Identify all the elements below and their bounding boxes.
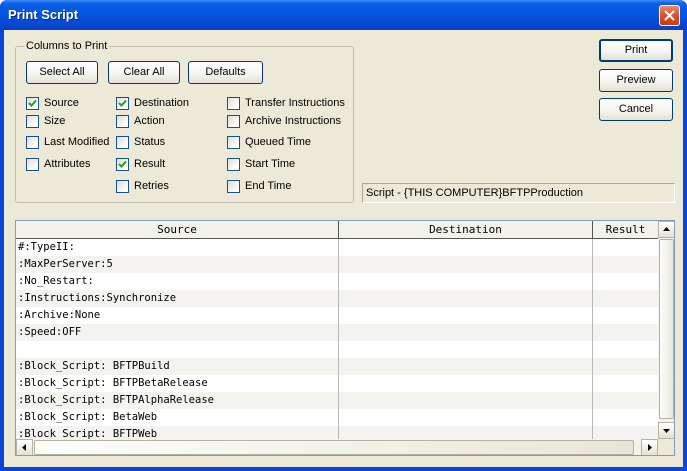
clear-all-button[interactable]: Clear All (108, 61, 180, 84)
title-bar[interactable]: Print Script (0, 0, 687, 30)
column-header-source[interactable]: Source (16, 221, 339, 239)
arrow-down-icon (663, 429, 670, 433)
checkbox-label: Retries (134, 180, 169, 192)
table-row[interactable]: :Block_Script: BFTPBuild (16, 358, 658, 375)
cancel-button[interactable]: Cancel (599, 98, 673, 121)
close-icon (664, 10, 675, 21)
source-cell: :No_Restart: (18, 275, 94, 287)
checkbox-box (116, 158, 129, 171)
scroll-down-button[interactable] (658, 422, 674, 439)
table-row[interactable]: :Block_Script: BFTPWeb (16, 426, 658, 439)
dialog-client-area: Columns to Print Select All Clear All De… (4, 30, 683, 467)
scroll-right-button[interactable] (641, 439, 658, 455)
checkbox-box (227, 180, 240, 193)
source-cell: :Block_Script: BFTPWeb (18, 428, 158, 439)
vertical-scroll-thumb[interactable] (659, 239, 674, 419)
checkbox-box (26, 158, 39, 171)
checkbox-box (26, 136, 39, 149)
defaults-button[interactable]: Defaults (188, 61, 263, 84)
checkbox-label: Start Time (245, 158, 296, 170)
checkbox-label: Queued Time (245, 136, 312, 148)
horizontal-scrollbar[interactable] (16, 439, 658, 455)
arrow-up-icon (663, 227, 670, 231)
source-cell: :Block_Script: BFTPAlphaRelease (18, 394, 214, 406)
table-row[interactable]: #:TypeII: (16, 239, 658, 256)
scroll-up-button[interactable] (658, 221, 674, 238)
checkbox-label: Size (44, 115, 66, 127)
table-row[interactable]: :Speed:OFF (16, 324, 658, 341)
scrollbar-corner (658, 439, 674, 455)
table-row[interactable]: :MaxPerServer:5 (16, 256, 658, 273)
table-row[interactable]: :Archive:None (16, 307, 658, 324)
checkbox-box (26, 97, 39, 110)
checkbox-label: Action (134, 115, 165, 127)
checkbox-box (227, 136, 240, 149)
checkbox-label: End Time (245, 180, 292, 192)
select-all-button[interactable]: Select All (26, 61, 98, 84)
arrow-left-icon (22, 444, 26, 451)
source-cell: :Archive:None (18, 309, 101, 321)
checkbox-label: Source (44, 97, 79, 109)
arrow-right-icon (648, 444, 652, 451)
horizontal-scroll-thumb[interactable] (34, 440, 634, 455)
table-row[interactable]: :Block_Script: BFTPAlphaRelease (16, 392, 658, 409)
source-cell: :Block_Script: BetaWeb (18, 411, 158, 423)
columns-group-legend: Columns to Print (24, 40, 110, 52)
column-header-destination[interactable]: Destination (339, 221, 593, 239)
checkbox-box (227, 158, 240, 171)
table-row[interactable]: :No_Restart: (16, 273, 658, 290)
vertical-scrollbar[interactable] (658, 221, 674, 439)
checkbox-label: Transfer Instructions (245, 97, 345, 109)
source-cell: :Instructions:Synchronize (18, 292, 177, 304)
checkbox-label: Status (134, 136, 166, 148)
print-script-dialog: Print Script Columns to Print Select All… (0, 0, 687, 471)
close-button[interactable] (659, 5, 680, 26)
scroll-left-button[interactable] (16, 439, 33, 455)
print-button[interactable]: Print (599, 39, 673, 62)
source-cell: :Block_Script: BFTPBetaRelease (18, 377, 208, 389)
checkbox-label: Destination (134, 97, 190, 109)
checkbox-box (227, 115, 240, 128)
table-row[interactable]: :Block_Script: BetaWeb (16, 409, 658, 426)
column-divider (592, 239, 593, 439)
checkbox-label: Last Modified (44, 136, 110, 148)
source-cell: #:TypeII: (18, 241, 75, 253)
checkbox-box (227, 97, 240, 110)
source-cell: :Block_Script: BFTPBuild (18, 360, 170, 372)
table-row[interactable]: :Block_Script: BFTPBetaRelease (16, 375, 658, 392)
column-header-result[interactable]: Result (593, 221, 658, 239)
checkbox-label: Result (134, 158, 166, 170)
source-cell: :MaxPerServer:5 (18, 258, 113, 270)
table-row[interactable] (16, 341, 658, 358)
table-body: #:TypeII::MaxPerServer:5:No_Restart::Ins… (16, 239, 658, 439)
script-table[interactable]: Source Destination Result #:TypeII::MaxP… (15, 220, 675, 456)
checkbox-label: Archive Instructions (245, 115, 341, 127)
checkbox-box (116, 136, 129, 149)
table-header: Source Destination Result (16, 221, 658, 239)
column-divider (338, 239, 339, 439)
checkmark-icon (118, 160, 127, 168)
source-cell: :Speed:OFF (18, 326, 82, 338)
table-row[interactable]: :Instructions:Synchronize (16, 290, 658, 307)
checkbox-box (116, 97, 129, 110)
window-title: Print Script (8, 7, 79, 22)
script-name-label: Script - {THIS COMPUTER}BFTPProduction (362, 183, 675, 203)
checkmark-icon (28, 99, 37, 107)
checkmark-icon (118, 99, 127, 107)
checkbox-box (116, 115, 129, 128)
preview-button[interactable]: Preview (599, 69, 673, 92)
checkbox-box (26, 115, 39, 128)
checkbox-box (116, 180, 129, 193)
checkbox-label: Attributes (44, 158, 91, 170)
